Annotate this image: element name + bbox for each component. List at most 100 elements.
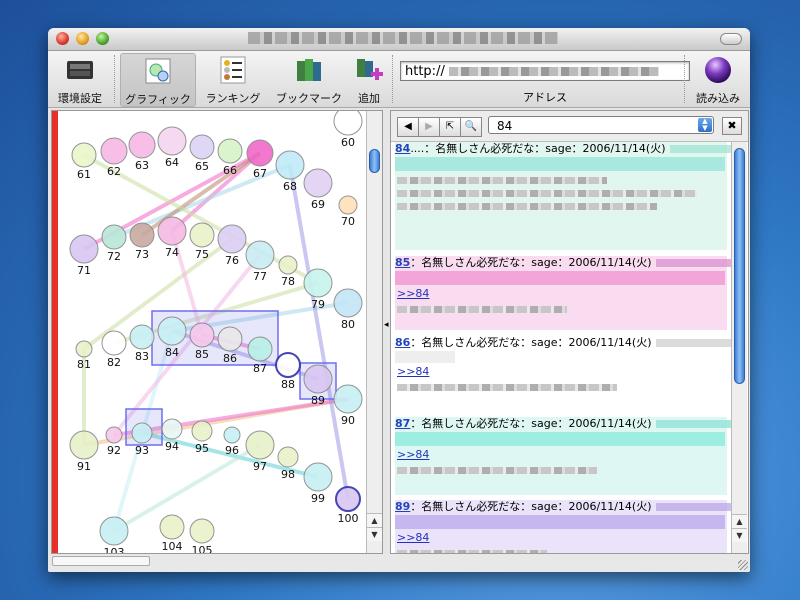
bookmark-button[interactable]: ブックマーク [270,53,348,105]
post-node[interactable] [223,426,241,444]
post-node[interactable] [246,139,274,167]
post-node[interactable] [69,430,99,460]
thread-scroll-down-button[interactable]: ▼ [732,528,747,542]
post-node-label: 63 [135,159,149,172]
add-button[interactable]: 追加 [348,53,390,105]
address-obscured [448,67,659,76]
preferences-icon [67,61,93,79]
post-item: 89：名無しさん必死だな：sage：2006/11/14(火) >>84 [395,500,731,553]
search-icon[interactable]: 🔍 [460,117,482,137]
post-item: 85：名無しさん必死だな：sage：2006/11/14(火) >>84 [395,256,731,330]
post-node[interactable] [278,255,298,275]
graph-scroll-up-button[interactable]: ▲ [367,513,382,527]
post-node[interactable] [333,288,363,318]
post-node[interactable] [333,111,363,136]
reply-anchor-link[interactable]: >>84 [397,287,727,300]
reply-anchor-link[interactable]: >>84 [397,531,727,544]
post-node[interactable] [159,514,185,540]
title-bar[interactable] [48,28,750,51]
post-node[interactable] [99,516,129,546]
post-header-text: ：名無しさん必死だな：sage：2006/11/14(火) [410,256,652,269]
back-button[interactable]: ◀ [397,117,419,137]
thread-scroll-thumb[interactable] [734,148,745,384]
post-node[interactable] [75,340,93,358]
post-node[interactable] [129,324,155,350]
zoom-window-button[interactable] [96,32,109,45]
post-node[interactable] [189,518,215,544]
post-body-obscured [397,384,617,391]
reply-graph[interactable]: 60 61 62 63 64 65 66 67 68 69 70 71 72 73 74 75 76 77 78 79… [52,111,367,553]
graph-scroll-thumb[interactable] [369,149,380,173]
post-node[interactable] [217,138,243,164]
post-number-link[interactable]: 87 [395,417,410,430]
post-body-obscured [397,203,657,210]
post-header-text: ：名無しさん必死だな：sage：2006/11/14(火) [410,336,652,349]
post-number-link[interactable]: 84 [395,142,410,155]
thread-graph-panel[interactable]: 60 61 62 63 64 65 66 67 68 69 70 71 72 73 74 75 76 77 78 79… [51,110,383,554]
load-button[interactable]: 読み込み [690,53,746,105]
address-field[interactable]: http:// [400,61,690,81]
reply-edge [288,164,350,500]
post-node[interactable] [189,322,215,348]
thread-scrollbar[interactable]: ▲ ▼ [731,142,747,553]
post-node[interactable] [191,420,213,442]
status-bar [48,554,750,572]
post-node[interactable] [247,336,273,362]
post-node[interactable] [69,234,99,264]
post-node[interactable] [157,126,187,156]
post-node[interactable] [189,134,215,160]
post-node[interactable] [303,364,333,394]
post-node[interactable] [100,137,128,165]
resize-grip-icon[interactable] [738,560,748,570]
post-node[interactable] [128,131,156,159]
post-node-label: 72 [107,250,121,263]
post-node[interactable] [277,446,299,468]
home-arrow-icon[interactable]: ⇱ [439,117,461,137]
graph-scrollbar[interactable]: ▲ ▼ [366,111,382,553]
close-window-button[interactable] [56,32,69,45]
post-node[interactable] [101,224,127,250]
post-node-label: 67 [253,167,267,180]
post-node-label: 81 [77,358,91,371]
minimize-window-button[interactable] [76,32,89,45]
post-list: 84....：名無しさん必死だな：sage：2006/11/14(火) 85：名… [391,142,731,553]
preferences-button[interactable]: 環境設定 [52,53,108,105]
post-node[interactable] [303,168,333,198]
thread-scroll-up-button[interactable]: ▲ [732,514,747,528]
post-node[interactable] [217,326,243,352]
post-node[interactable] [157,316,187,346]
post-node[interactable] [101,330,127,356]
post-node-label: 98 [281,468,295,481]
graphic-button[interactable]: グラフィック [120,53,196,107]
post-node[interactable] [71,142,97,168]
post-node-label: 65 [195,160,209,173]
post-node[interactable] [217,224,247,254]
ranking-button[interactable]: ランキング [198,53,268,105]
post-number-link[interactable]: 89 [395,500,410,513]
post-node[interactable] [131,422,153,444]
post-node[interactable] [157,216,187,246]
post-node[interactable] [245,430,275,460]
post-node[interactable] [275,352,301,378]
post-node[interactable] [303,268,333,298]
reply-anchor-link[interactable]: >>84 [397,365,727,378]
post-node[interactable] [105,426,123,444]
post-node[interactable] [245,240,275,270]
forward-button[interactable]: ▶ [418,117,440,137]
post-node-label: 80 [341,318,355,331]
toolbar-toggle-button[interactable] [720,33,742,45]
post-node[interactable] [161,418,183,440]
post-number-select[interactable]: 84 ▲ ▼ [488,116,714,134]
post-number-link[interactable]: 86 [395,336,410,349]
post-node[interactable] [338,195,358,215]
reply-anchor-link[interactable]: >>84 [397,448,727,461]
close-thread-button[interactable]: ✖ [722,117,742,135]
post-node[interactable] [335,486,361,512]
post-node[interactable] [303,462,333,492]
post-node[interactable] [275,150,305,180]
post-node[interactable] [129,222,155,248]
post-node[interactable] [189,222,215,248]
graph-scroll-down-button[interactable]: ▼ [367,527,382,541]
post-node[interactable] [333,384,363,414]
post-number-link[interactable]: 85 [395,256,410,269]
